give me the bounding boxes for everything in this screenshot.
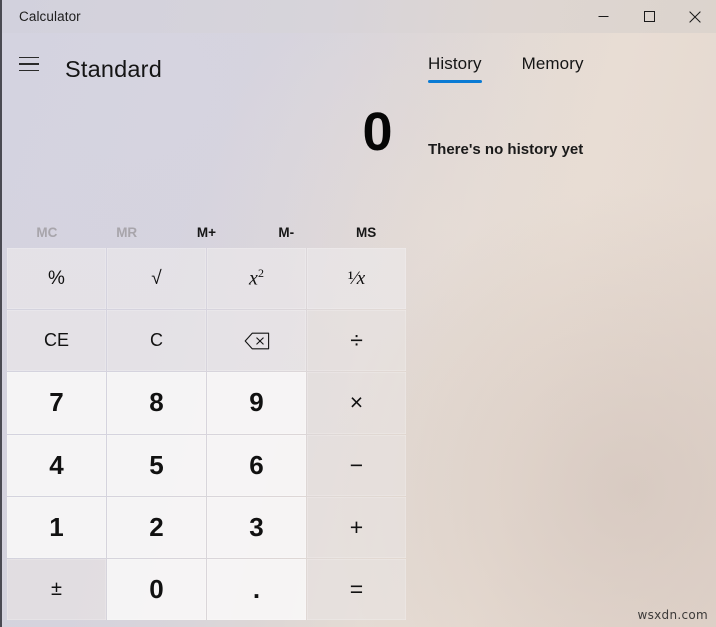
hamburger-menu-icon[interactable] — [14, 51, 44, 77]
maximize-button[interactable] — [626, 0, 672, 33]
clear-entry-button[interactable]: CE — [7, 310, 106, 372]
five-button[interactable]: 5 — [107, 434, 206, 496]
watermark: wsxdn.com — [637, 608, 708, 622]
calculator-display: 0 — [2, 100, 406, 190]
history-empty-message: There's no history yet — [428, 141, 584, 158]
page-title: Standard — [65, 56, 162, 82]
square-glyph: x2 — [249, 266, 264, 290]
multiply-button[interactable]: × — [307, 372, 406, 434]
percent-button[interactable]: % — [7, 248, 106, 310]
memory-button-mminus[interactable]: M- — [246, 218, 326, 246]
equals-button[interactable]: = — [307, 558, 406, 620]
memory-button-mplus[interactable]: M+ — [167, 218, 247, 246]
minimize-button[interactable] — [580, 0, 626, 33]
zero-button[interactable]: 0 — [107, 558, 206, 620]
tab-active-indicator — [428, 80, 482, 83]
window-controls — [580, 0, 716, 33]
memory-button-mc: MC — [36, 224, 58, 240]
close-button[interactable] — [672, 0, 716, 33]
plus-minus-button[interactable]: ± — [7, 558, 106, 620]
divide-button[interactable]: ÷ — [307, 310, 406, 372]
memory-button-mr: MR — [116, 224, 138, 240]
add-button[interactable]: + — [307, 496, 406, 558]
tab-history-label: History — [428, 54, 482, 73]
backspace-button[interactable] — [207, 310, 306, 372]
backspace-icon — [244, 332, 269, 350]
six-button[interactable]: 6 — [207, 434, 306, 496]
seven-button[interactable]: 7 — [7, 372, 106, 434]
hamburger-line — [19, 69, 39, 72]
calculator-window: Calculator Standard History Memory 0 The… — [0, 0, 716, 627]
two-button[interactable]: 2 — [107, 496, 206, 558]
window-title: Calculator — [19, 9, 81, 24]
display-value: 0 — [362, 102, 392, 162]
reciprocal-glyph: ¹⁄x — [347, 267, 366, 289]
tab-memory[interactable]: Memory — [522, 54, 584, 83]
three-button[interactable]: 3 — [207, 496, 306, 558]
keypad: % √ x2 ¹⁄x CE C ÷ 7 8 9 × 4 5 6− 1 2 3 + ±0. = — [7, 248, 406, 620]
nine-button[interactable]: 9 — [207, 372, 306, 434]
square-button[interactable]: x2 — [207, 248, 306, 310]
maximize-icon — [643, 11, 655, 22]
memory-button-row: MC MR M+ M- MS — [7, 218, 406, 246]
hamburger-line — [19, 56, 39, 59]
reciprocal-button[interactable]: ¹⁄x — [307, 248, 406, 310]
title-bar: Calculator — [2, 0, 716, 33]
hamburger-line — [19, 63, 39, 65]
decimal-button[interactable]: . — [207, 558, 306, 620]
history-memory-tabs: History Memory — [428, 54, 584, 83]
minimize-icon — [598, 16, 608, 17]
memory-button-ms[interactable]: MS — [326, 218, 406, 246]
tab-memory-label: Memory — [521, 54, 584, 73]
app-header: Standard History Memory — [2, 33, 716, 93]
tab-history[interactable]: History — [428, 54, 482, 83]
square-root-button[interactable]: √ — [107, 248, 206, 310]
one-button[interactable]: 1 — [7, 496, 106, 558]
eight-button[interactable]: 8 — [107, 372, 206, 434]
history-panel: There's no history yet — [406, 93, 716, 627]
four-button[interactable]: 4 — [7, 434, 106, 496]
tab-inactive-indicator — [522, 80, 584, 83]
close-icon — [689, 10, 701, 23]
subtract-button[interactable]: − — [307, 434, 406, 496]
clear-button[interactable]: C — [107, 310, 206, 372]
